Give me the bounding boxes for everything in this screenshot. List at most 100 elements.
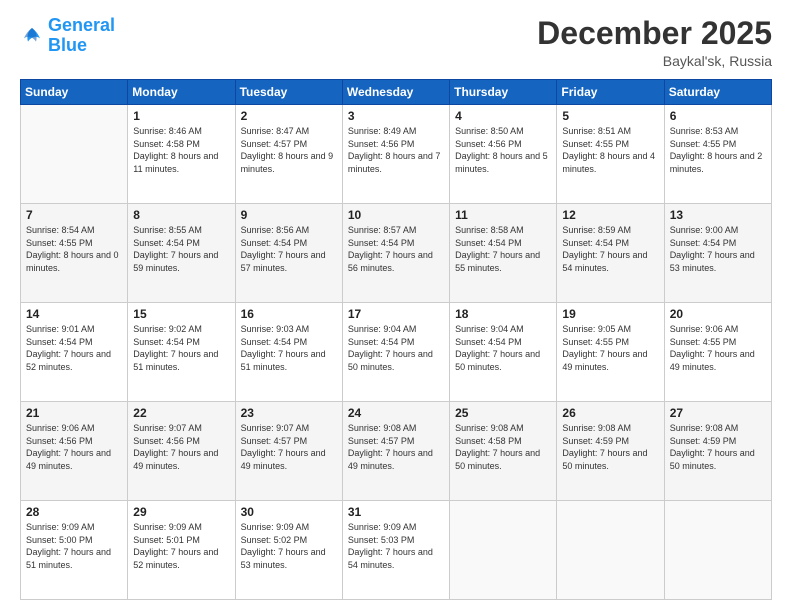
location: Baykal'sk, Russia: [537, 53, 772, 69]
calendar-week-row: 7 Sunrise: 8:54 AM Sunset: 4:55 PM Dayli…: [21, 204, 772, 303]
sunset-text: Sunset: 4:54 PM: [455, 238, 522, 248]
day-info: Sunrise: 8:47 AM Sunset: 4:57 PM Dayligh…: [241, 125, 337, 175]
daylight-text: Daylight: 8 hours and 2 minutes.: [670, 151, 763, 174]
day-info: Sunrise: 8:53 AM Sunset: 4:55 PM Dayligh…: [670, 125, 766, 175]
daylight-text: Daylight: 7 hours and 50 minutes.: [348, 349, 433, 372]
day-number: 23: [241, 406, 337, 420]
table-row: 18 Sunrise: 9:04 AM Sunset: 4:54 PM Dayl…: [450, 303, 557, 402]
day-info: Sunrise: 9:09 AM Sunset: 5:00 PM Dayligh…: [26, 521, 122, 571]
table-row: 21 Sunrise: 9:06 AM Sunset: 4:56 PM Dayl…: [21, 402, 128, 501]
day-number: 22: [133, 406, 229, 420]
col-saturday: Saturday: [664, 80, 771, 105]
col-monday: Monday: [128, 80, 235, 105]
daylight-text: Daylight: 8 hours and 5 minutes.: [455, 151, 548, 174]
table-row: 17 Sunrise: 9:04 AM Sunset: 4:54 PM Dayl…: [342, 303, 449, 402]
day-info: Sunrise: 8:58 AM Sunset: 4:54 PM Dayligh…: [455, 224, 551, 274]
daylight-text: Daylight: 7 hours and 54 minutes.: [348, 547, 433, 570]
sunset-text: Sunset: 4:57 PM: [241, 139, 308, 149]
sunrise-text: Sunrise: 9:09 AM: [133, 522, 202, 532]
sunset-text: Sunset: 4:56 PM: [26, 436, 93, 446]
table-row: 10 Sunrise: 8:57 AM Sunset: 4:54 PM Dayl…: [342, 204, 449, 303]
day-info: Sunrise: 8:49 AM Sunset: 4:56 PM Dayligh…: [348, 125, 444, 175]
logo-text: General Blue: [48, 16, 115, 56]
day-number: 17: [348, 307, 444, 321]
day-info: Sunrise: 9:09 AM Sunset: 5:01 PM Dayligh…: [133, 521, 229, 571]
table-row: [664, 501, 771, 600]
daylight-text: Daylight: 7 hours and 49 minutes.: [133, 448, 218, 471]
table-row: 25 Sunrise: 9:08 AM Sunset: 4:58 PM Dayl…: [450, 402, 557, 501]
sunset-text: Sunset: 4:56 PM: [133, 436, 200, 446]
day-info: Sunrise: 9:07 AM Sunset: 4:56 PM Dayligh…: [133, 422, 229, 472]
daylight-text: Daylight: 7 hours and 52 minutes.: [26, 349, 111, 372]
day-info: Sunrise: 8:57 AM Sunset: 4:54 PM Dayligh…: [348, 224, 444, 274]
day-info: Sunrise: 8:50 AM Sunset: 4:56 PM Dayligh…: [455, 125, 551, 175]
daylight-text: Daylight: 8 hours and 11 minutes.: [133, 151, 218, 174]
table-row: 4 Sunrise: 8:50 AM Sunset: 4:56 PM Dayli…: [450, 105, 557, 204]
sunrise-text: Sunrise: 8:57 AM: [348, 225, 417, 235]
daylight-text: Daylight: 7 hours and 49 minutes.: [348, 448, 433, 471]
sunrise-text: Sunrise: 8:55 AM: [133, 225, 202, 235]
day-info: Sunrise: 9:01 AM Sunset: 4:54 PM Dayligh…: [26, 323, 122, 373]
day-info: Sunrise: 8:51 AM Sunset: 4:55 PM Dayligh…: [562, 125, 658, 175]
sunrise-text: Sunrise: 8:56 AM: [241, 225, 310, 235]
daylight-text: Daylight: 7 hours and 50 minutes.: [670, 448, 755, 471]
col-friday: Friday: [557, 80, 664, 105]
day-info: Sunrise: 8:46 AM Sunset: 4:58 PM Dayligh…: [133, 125, 229, 175]
day-number: 10: [348, 208, 444, 222]
sunrise-text: Sunrise: 9:03 AM: [241, 324, 310, 334]
day-info: Sunrise: 8:59 AM Sunset: 4:54 PM Dayligh…: [562, 224, 658, 274]
sunrise-text: Sunrise: 9:02 AM: [133, 324, 202, 334]
day-info: Sunrise: 9:00 AM Sunset: 4:54 PM Dayligh…: [670, 224, 766, 274]
sunset-text: Sunset: 4:54 PM: [133, 238, 200, 248]
table-row: 24 Sunrise: 9:08 AM Sunset: 4:57 PM Dayl…: [342, 402, 449, 501]
sunrise-text: Sunrise: 9:09 AM: [348, 522, 417, 532]
table-row: 26 Sunrise: 9:08 AM Sunset: 4:59 PM Dayl…: [557, 402, 664, 501]
daylight-text: Daylight: 7 hours and 51 minutes.: [133, 349, 218, 372]
day-number: 18: [455, 307, 551, 321]
daylight-text: Daylight: 8 hours and 9 minutes.: [241, 151, 334, 174]
sunrise-text: Sunrise: 8:49 AM: [348, 126, 417, 136]
day-info: Sunrise: 8:54 AM Sunset: 4:55 PM Dayligh…: [26, 224, 122, 274]
col-thursday: Thursday: [450, 80, 557, 105]
sunset-text: Sunset: 4:56 PM: [348, 139, 415, 149]
day-number: 21: [26, 406, 122, 420]
day-number: 28: [26, 505, 122, 519]
sunset-text: Sunset: 4:58 PM: [133, 139, 200, 149]
sunset-text: Sunset: 4:54 PM: [26, 337, 93, 347]
day-number: 5: [562, 109, 658, 123]
calendar-week-row: 1 Sunrise: 8:46 AM Sunset: 4:58 PM Dayli…: [21, 105, 772, 204]
day-info: Sunrise: 9:06 AM Sunset: 4:55 PM Dayligh…: [670, 323, 766, 373]
sunset-text: Sunset: 4:54 PM: [562, 238, 629, 248]
daylight-text: Daylight: 7 hours and 53 minutes.: [241, 547, 326, 570]
table-row: 9 Sunrise: 8:56 AM Sunset: 4:54 PM Dayli…: [235, 204, 342, 303]
table-row: [21, 105, 128, 204]
sunrise-text: Sunrise: 8:59 AM: [562, 225, 631, 235]
calendar-week-row: 21 Sunrise: 9:06 AM Sunset: 4:56 PM Dayl…: [21, 402, 772, 501]
day-number: 13: [670, 208, 766, 222]
day-info: Sunrise: 9:04 AM Sunset: 4:54 PM Dayligh…: [348, 323, 444, 373]
table-row: 23 Sunrise: 9:07 AM Sunset: 4:57 PM Dayl…: [235, 402, 342, 501]
calendar-table: Sunday Monday Tuesday Wednesday Thursday…: [20, 79, 772, 600]
title-block: December 2025 Baykal'sk, Russia: [537, 16, 772, 69]
sunset-text: Sunset: 4:59 PM: [562, 436, 629, 446]
table-row: 22 Sunrise: 9:07 AM Sunset: 4:56 PM Dayl…: [128, 402, 235, 501]
daylight-text: Daylight: 7 hours and 56 minutes.: [348, 250, 433, 273]
sunrise-text: Sunrise: 8:54 AM: [26, 225, 95, 235]
sunset-text: Sunset: 4:58 PM: [455, 436, 522, 446]
sunset-text: Sunset: 5:01 PM: [133, 535, 200, 545]
day-number: 9: [241, 208, 337, 222]
table-row: 8 Sunrise: 8:55 AM Sunset: 4:54 PM Dayli…: [128, 204, 235, 303]
day-info: Sunrise: 9:05 AM Sunset: 4:55 PM Dayligh…: [562, 323, 658, 373]
day-number: 19: [562, 307, 658, 321]
table-row: 7 Sunrise: 8:54 AM Sunset: 4:55 PM Dayli…: [21, 204, 128, 303]
day-info: Sunrise: 9:08 AM Sunset: 4:58 PM Dayligh…: [455, 422, 551, 472]
table-row: 15 Sunrise: 9:02 AM Sunset: 4:54 PM Dayl…: [128, 303, 235, 402]
sunset-text: Sunset: 4:54 PM: [133, 337, 200, 347]
daylight-text: Daylight: 8 hours and 7 minutes.: [348, 151, 441, 174]
daylight-text: Daylight: 8 hours and 4 minutes.: [562, 151, 655, 174]
header: General Blue December 2025 Baykal'sk, Ru…: [20, 16, 772, 69]
day-info: Sunrise: 9:08 AM Sunset: 4:57 PM Dayligh…: [348, 422, 444, 472]
sunset-text: Sunset: 4:54 PM: [455, 337, 522, 347]
sunrise-text: Sunrise: 8:50 AM: [455, 126, 524, 136]
day-number: 29: [133, 505, 229, 519]
